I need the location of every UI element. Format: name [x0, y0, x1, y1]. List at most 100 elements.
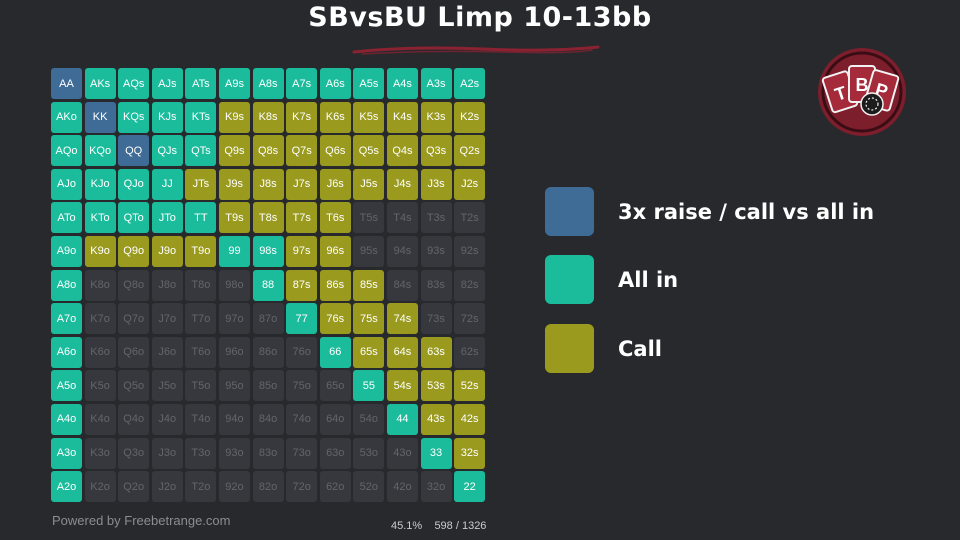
hand-cell-J4s[interactable]: J4s	[386, 168, 418, 200]
hand-cell-A7o[interactable]: A7o	[51, 303, 82, 335]
hand-cell-54s[interactable]: 54s	[386, 370, 418, 402]
hand-cell-85o[interactable]: 85o	[252, 370, 284, 402]
hand-cell-K3s[interactable]: K3s	[420, 101, 452, 133]
hand-cell-73s[interactable]: 73s	[420, 303, 452, 335]
hand-cell-Q6o[interactable]: Q6o	[118, 336, 150, 368]
hand-cell-76o[interactable]: 76o	[286, 336, 318, 368]
hand-cell-52o[interactable]: 52o	[353, 471, 385, 503]
hand-cell-A5s[interactable]: A5s	[353, 68, 385, 99]
hand-cell-ATo[interactable]: ATo	[51, 202, 82, 234]
hand-cell-Q9o[interactable]: Q9o	[118, 235, 150, 267]
hand-cell-Q2s[interactable]: Q2s	[454, 135, 486, 167]
hand-cell-T4o[interactable]: T4o	[185, 403, 217, 435]
hand-cell-J6s[interactable]: J6s	[319, 168, 351, 200]
hand-cell-T9o[interactable]: T9o	[185, 235, 217, 267]
hand-cell-96s[interactable]: 96s	[319, 235, 351, 267]
hand-cell-83s[interactable]: 83s	[420, 269, 452, 301]
hand-cell-JTs[interactable]: JTs	[185, 168, 217, 200]
hand-cell-J3o[interactable]: J3o	[151, 437, 183, 469]
hand-cell-53s[interactable]: 53s	[420, 370, 452, 402]
hand-cell-93o[interactable]: 93o	[218, 437, 250, 469]
hand-cell-87o[interactable]: 87o	[252, 303, 284, 335]
hand-cell-K2s[interactable]: K2s	[454, 101, 486, 133]
hand-cell-T6o[interactable]: T6o	[185, 336, 217, 368]
hand-cell-A4s[interactable]: A4s	[386, 68, 418, 99]
hand-cell-J4o[interactable]: J4o	[151, 403, 183, 435]
hand-cell-54o[interactable]: 54o	[353, 403, 385, 435]
hand-cell-Q5s[interactable]: Q5s	[353, 135, 385, 167]
hand-cell-ATs[interactable]: ATs	[185, 68, 217, 99]
hand-cell-TT[interactable]: TT	[185, 202, 217, 234]
hand-cell-AQs[interactable]: AQs	[118, 68, 150, 99]
hand-cell-97s[interactable]: 97s	[286, 235, 318, 267]
hand-cell-AQo[interactable]: AQo	[51, 135, 82, 167]
hand-cell-32o[interactable]: 32o	[420, 471, 452, 503]
hand-cell-Q3o[interactable]: Q3o	[118, 437, 150, 469]
hand-cell-J8o[interactable]: J8o	[151, 269, 183, 301]
hand-cell-Q2o[interactable]: Q2o	[118, 471, 150, 503]
hand-cell-65s[interactable]: 65s	[353, 336, 385, 368]
hand-cell-J9o[interactable]: J9o	[151, 235, 183, 267]
hand-cell-86s[interactable]: 86s	[319, 269, 351, 301]
hand-cell-Q7o[interactable]: Q7o	[118, 303, 150, 335]
hand-cell-43o[interactable]: 43o	[386, 437, 418, 469]
hand-cell-82o[interactable]: 82o	[252, 471, 284, 503]
hand-cell-Q7s[interactable]: Q7s	[286, 135, 318, 167]
hand-cell-K9o[interactable]: K9o	[84, 235, 116, 267]
hand-cell-KJo[interactable]: KJo	[84, 168, 116, 200]
hand-cell-K8s[interactable]: K8s	[252, 101, 284, 133]
hand-cell-A4o[interactable]: A4o	[51, 403, 82, 435]
hand-cell-97o[interactable]: 97o	[218, 303, 250, 335]
hand-cell-K6o[interactable]: K6o	[84, 336, 116, 368]
hand-cell-T6s[interactable]: T6s	[319, 202, 351, 234]
hand-cell-75s[interactable]: 75s	[353, 303, 385, 335]
hand-cell-J5o[interactable]: J5o	[151, 370, 183, 402]
hand-cell-72o[interactable]: 72o	[286, 471, 318, 503]
hand-cell-A9o[interactable]: A9o	[51, 235, 82, 267]
hand-cell-82s[interactable]: 82s	[454, 269, 486, 301]
hand-cell-Q4o[interactable]: Q4o	[118, 403, 150, 435]
hand-cell-42o[interactable]: 42o	[386, 471, 418, 503]
hand-cell-42s[interactable]: 42s	[454, 403, 486, 435]
hand-cell-T3s[interactable]: T3s	[420, 202, 452, 234]
hand-cell-64o[interactable]: 64o	[319, 403, 351, 435]
hand-cell-J2s[interactable]: J2s	[454, 168, 486, 200]
hand-cell-T5o[interactable]: T5o	[185, 370, 217, 402]
hand-cell-T2o[interactable]: T2o	[185, 471, 217, 503]
hand-cell-AJs[interactable]: AJs	[151, 68, 183, 99]
hand-cell-98s[interactable]: 98s	[252, 235, 284, 267]
hand-cell-KTs[interactable]: KTs	[185, 101, 217, 133]
hand-cell-K6s[interactable]: K6s	[319, 101, 351, 133]
hand-cell-J5s[interactable]: J5s	[353, 168, 385, 200]
hand-cell-K4o[interactable]: K4o	[84, 403, 116, 435]
hand-cell-65o[interactable]: 65o	[319, 370, 351, 402]
hand-cell-94s[interactable]: 94s	[386, 235, 418, 267]
hand-cell-62s[interactable]: 62s	[454, 336, 486, 368]
hand-cell-87s[interactable]: 87s	[286, 269, 318, 301]
hand-cell-86o[interactable]: 86o	[252, 336, 284, 368]
hand-cell-K4s[interactable]: K4s	[386, 101, 418, 133]
hand-cell-33[interactable]: 33	[420, 437, 452, 469]
hand-cell-T8o[interactable]: T8o	[185, 269, 217, 301]
hand-cell-KQs[interactable]: KQs	[118, 101, 150, 133]
hand-cell-A5o[interactable]: A5o	[51, 370, 82, 402]
hand-cell-92o[interactable]: 92o	[218, 471, 250, 503]
hand-cell-A7s[interactable]: A7s	[286, 68, 318, 99]
hand-cell-J2o[interactable]: J2o	[151, 471, 183, 503]
hand-cell-QTo[interactable]: QTo	[118, 202, 150, 234]
hand-cell-94o[interactable]: 94o	[218, 403, 250, 435]
hand-cell-62o[interactable]: 62o	[319, 471, 351, 503]
hand-cell-88[interactable]: 88	[252, 269, 284, 301]
hand-cell-84o[interactable]: 84o	[252, 403, 284, 435]
hand-cell-Q6s[interactable]: Q6s	[319, 135, 351, 167]
hand-cell-K8o[interactable]: K8o	[84, 269, 116, 301]
hand-cell-JTo[interactable]: JTo	[151, 202, 183, 234]
hand-cell-QQ[interactable]: QQ	[118, 135, 150, 167]
hand-cell-T4s[interactable]: T4s	[386, 202, 418, 234]
hand-cell-66[interactable]: 66	[319, 336, 351, 368]
hand-cell-T5s[interactable]: T5s	[353, 202, 385, 234]
hand-cell-K2o[interactable]: K2o	[84, 471, 116, 503]
hand-cell-K5o[interactable]: K5o	[84, 370, 116, 402]
hand-cell-52s[interactable]: 52s	[454, 370, 486, 402]
hand-cell-43s[interactable]: 43s	[420, 403, 452, 435]
